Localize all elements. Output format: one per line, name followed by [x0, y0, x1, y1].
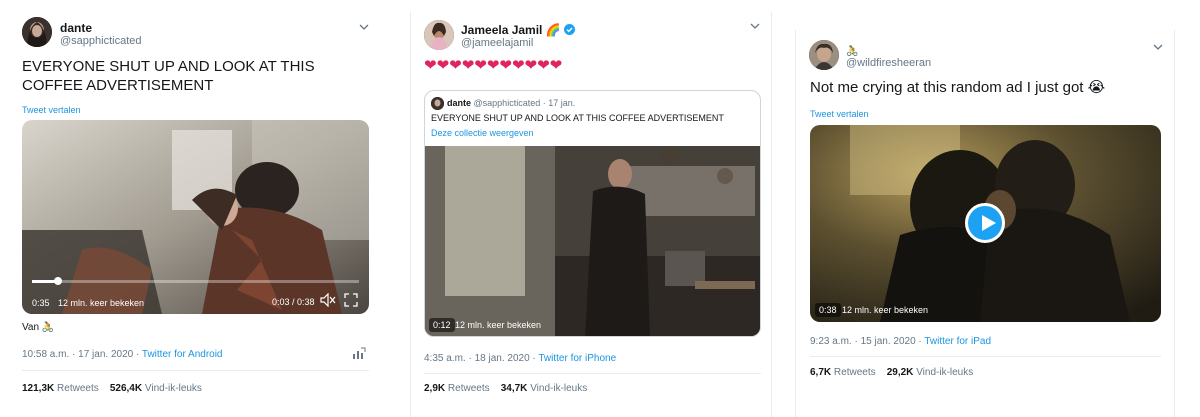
quoted-tweet[interactable]: dante @sapphicticated · 17 jan. EVERYONE… [424, 90, 761, 337]
retweets-count[interactable]: 2,9K [424, 383, 445, 394]
mute-icon[interactable] [320, 293, 336, 307]
quoted-author-name: dante [447, 98, 472, 108]
video-frame [425, 146, 760, 336]
tweet-source[interactable]: Twitter for Android [142, 349, 223, 360]
tweet-card-dante: dante @sapphicticated EVERYONE SHUT UP A… [0, 0, 385, 417]
from-label: Van 🚴 [22, 322, 54, 333]
likes-count[interactable]: 526,4K [110, 383, 142, 394]
quoted-date: · 17 jan. [542, 98, 576, 108]
author-name[interactable]: Jameela Jamil 🌈 [461, 23, 576, 37]
video-elapsed: 0:12 [429, 318, 455, 332]
author-name-text[interactable]: Jameela Jamil [461, 23, 542, 37]
likes-count[interactable]: 29,2K [887, 367, 914, 378]
likes-label[interactable]: Vind-ik-leuks [145, 383, 202, 394]
video-elapsed: 0:35 [32, 298, 50, 308]
likes-label[interactable]: Vind-ik-leuks [916, 367, 973, 378]
retweets-count[interactable]: 121,3K [22, 383, 54, 394]
tweet-text: EVERYONE SHUT UP AND LOOK AT THIS COFFEE… [22, 58, 315, 94]
chevron-down-icon[interactable] [358, 22, 370, 32]
divider [810, 356, 1161, 357]
quoted-avatar [431, 97, 444, 110]
video-player[interactable]: 0:38 12 mln. keer bekeken [810, 125, 1161, 322]
view-collection-link[interactable]: Deze collectie weergeven [431, 128, 534, 138]
progress-track[interactable] [32, 280, 359, 283]
divider [22, 370, 369, 371]
tweet-card-jameela: Jameela Jamil 🌈 @jameelajamil ❤❤❤❤❤❤❤❤❤❤… [410, 12, 772, 417]
quoted-text: EVERYONE SHUT UP AND LOOK AT THIS COFFEE… [431, 113, 724, 123]
quoted-author-handle: @sapphicticated [473, 98, 541, 108]
divider [424, 373, 761, 374]
analytics-icon[interactable] [352, 347, 366, 360]
tweet-source[interactable]: Twitter for iPad [924, 336, 991, 347]
likes-count[interactable]: 34,7K [501, 383, 528, 394]
tweet-text-hearts: ❤❤❤❤❤❤❤❤❤❤❤ [424, 57, 563, 74]
tweet-text: Not me crying at this random ad I just g… [810, 79, 1106, 96]
rainbow-emoji: 🌈 [545, 23, 561, 37]
video-views: 12 mln. keer bekeken [455, 320, 542, 330]
author-handle[interactable]: @sapphicticated [60, 35, 142, 47]
author-name[interactable]: dante [60, 21, 92, 35]
avatar[interactable] [424, 20, 454, 50]
video-views: 12 mln. keer bekeken [58, 298, 145, 308]
video-progress-time: 0:03 / 0:38 [272, 297, 315, 307]
author-handle[interactable]: @jameelajamil [461, 37, 533, 49]
quoted-video[interactable]: 0:12 12 mln. keer bekeken [425, 146, 760, 336]
retweets-label[interactable]: Retweets [448, 383, 490, 394]
timestamp-text[interactable]: 9:23 a.m. · 15 jan. 2020 · [810, 336, 924, 347]
likes-label[interactable]: Vind-ik-leuks [530, 383, 587, 394]
user-glyph-icon: 🚴 [41, 322, 55, 333]
tweet-card-wildfire: 🚴 @wildfiresheeran Not me crying at this… [795, 30, 1175, 417]
tweet-timestamp: 4:35 a.m. · 18 jan. 2020 · Twitter for i… [424, 353, 616, 364]
engagement-stats: 121,3K Retweets 526,4K Vind-ik-leuks [22, 383, 202, 394]
translate-link[interactable]: Tweet vertalen [22, 105, 81, 115]
video-frame [22, 120, 369, 314]
verified-badge-icon [564, 24, 576, 35]
author-handle[interactable]: @wildfiresheeran [846, 57, 931, 69]
retweets-count[interactable]: 6,7K [810, 367, 831, 378]
avatar[interactable] [809, 40, 839, 70]
timestamp-text[interactable]: 10:58 a.m. · 17 jan. 2020 · [22, 349, 142, 360]
user-glyph-icon: 🚴 [846, 46, 859, 57]
from-text: Van [22, 322, 40, 333]
timestamp-text[interactable]: 4:35 a.m. · 18 jan. 2020 · [424, 353, 538, 364]
progress-handle[interactable] [54, 277, 62, 285]
fullscreen-icon[interactable] [344, 293, 358, 307]
engagement-stats: 6,7K Retweets 29,2K Vind-ik-leuks [810, 367, 973, 378]
chevron-down-icon[interactable] [1152, 42, 1164, 52]
avatar[interactable] [22, 17, 52, 47]
author-name-emoji[interactable]: 🚴 [846, 43, 858, 57]
translate-link[interactable]: Tweet vertalen [810, 109, 869, 119]
tweet-timestamp: 9:23 a.m. · 15 jan. 2020 · Twitter for i… [810, 336, 991, 347]
retweets-label[interactable]: Retweets [57, 383, 99, 394]
tweet-timestamp: 10:58 a.m. · 17 jan. 2020 · Twitter for … [22, 349, 223, 360]
tweet-source[interactable]: Twitter for iPhone [538, 353, 616, 364]
play-button[interactable] [965, 203, 1005, 243]
chevron-down-icon[interactable] [749, 21, 761, 31]
retweets-label[interactable]: Retweets [834, 367, 876, 378]
video-player[interactable]: 0:35 12 mln. keer bekeken 0:03 / 0:38 [22, 120, 369, 314]
video-views: 12 mln. keer bekeken [842, 305, 929, 315]
quoted-header: dante @sapphicticated · 17 jan. [447, 98, 575, 108]
engagement-stats: 2,9K Retweets 34,7K Vind-ik-leuks [424, 383, 587, 394]
video-elapsed: 0:38 [815, 303, 841, 317]
